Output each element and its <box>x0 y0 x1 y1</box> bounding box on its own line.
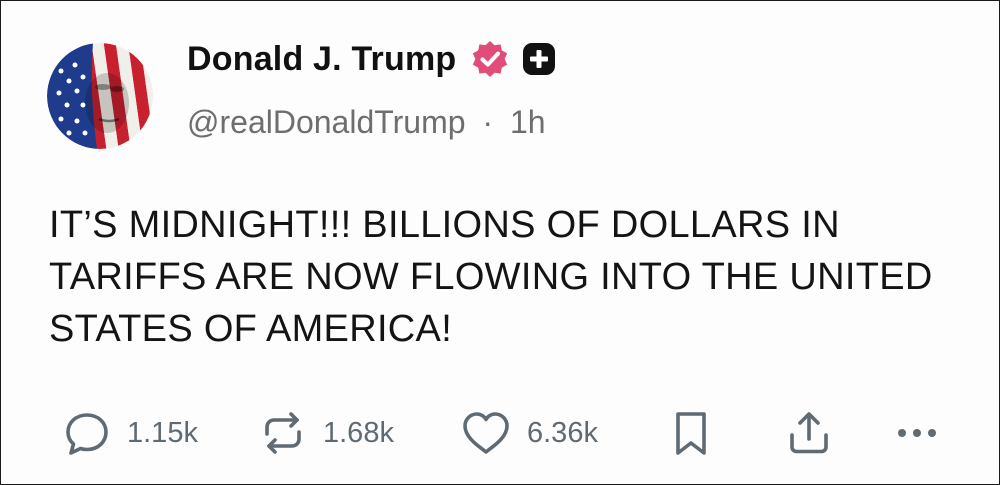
meta-separator: · <box>482 104 494 140</box>
repost-arrows-icon <box>265 412 301 454</box>
post-timestamp[interactable]: 1h <box>510 104 546 140</box>
post-card: Donald J. Trump @realDonaldTrump · 1h IT… <box>0 0 1000 485</box>
reply-button[interactable]: 1.15k <box>61 405 198 461</box>
like-count: 6.36k <box>527 416 598 449</box>
author-name-row: Donald J. Trump <box>187 39 556 79</box>
ellipsis-icon <box>898 429 936 437</box>
share-upload-icon <box>790 412 828 454</box>
bookmark-button[interactable] <box>669 405 713 461</box>
author-avatar[interactable] <box>47 43 153 149</box>
speech-bubble-icon <box>66 413 108 455</box>
repost-count: 1.68k <box>323 416 394 449</box>
repost-button[interactable]: 1.68k <box>257 405 394 461</box>
heart-icon <box>463 412 509 454</box>
reply-count: 1.15k <box>127 416 198 449</box>
share-button[interactable] <box>783 405 835 461</box>
avatar-image <box>47 43 153 149</box>
bookmark-icon <box>676 412 706 455</box>
post-actions-bar: 1.15k 1.68k 6.36k <box>61 405 961 461</box>
author-meta: @realDonaldTrump · 1h <box>187 104 546 141</box>
like-button[interactable]: 6.36k <box>459 405 598 461</box>
post-body: IT’S MIDNIGHT!!! BILLIONS OF DOLLARS IN … <box>49 204 933 350</box>
author-handle[interactable]: @realDonaldTrump <box>187 104 466 140</box>
verified-badge-icon <box>473 41 508 77</box>
author-display-name[interactable]: Donald J. Trump <box>187 40 456 79</box>
plus-badge-icon <box>523 43 556 75</box>
more-options-button[interactable] <box>891 405 943 461</box>
